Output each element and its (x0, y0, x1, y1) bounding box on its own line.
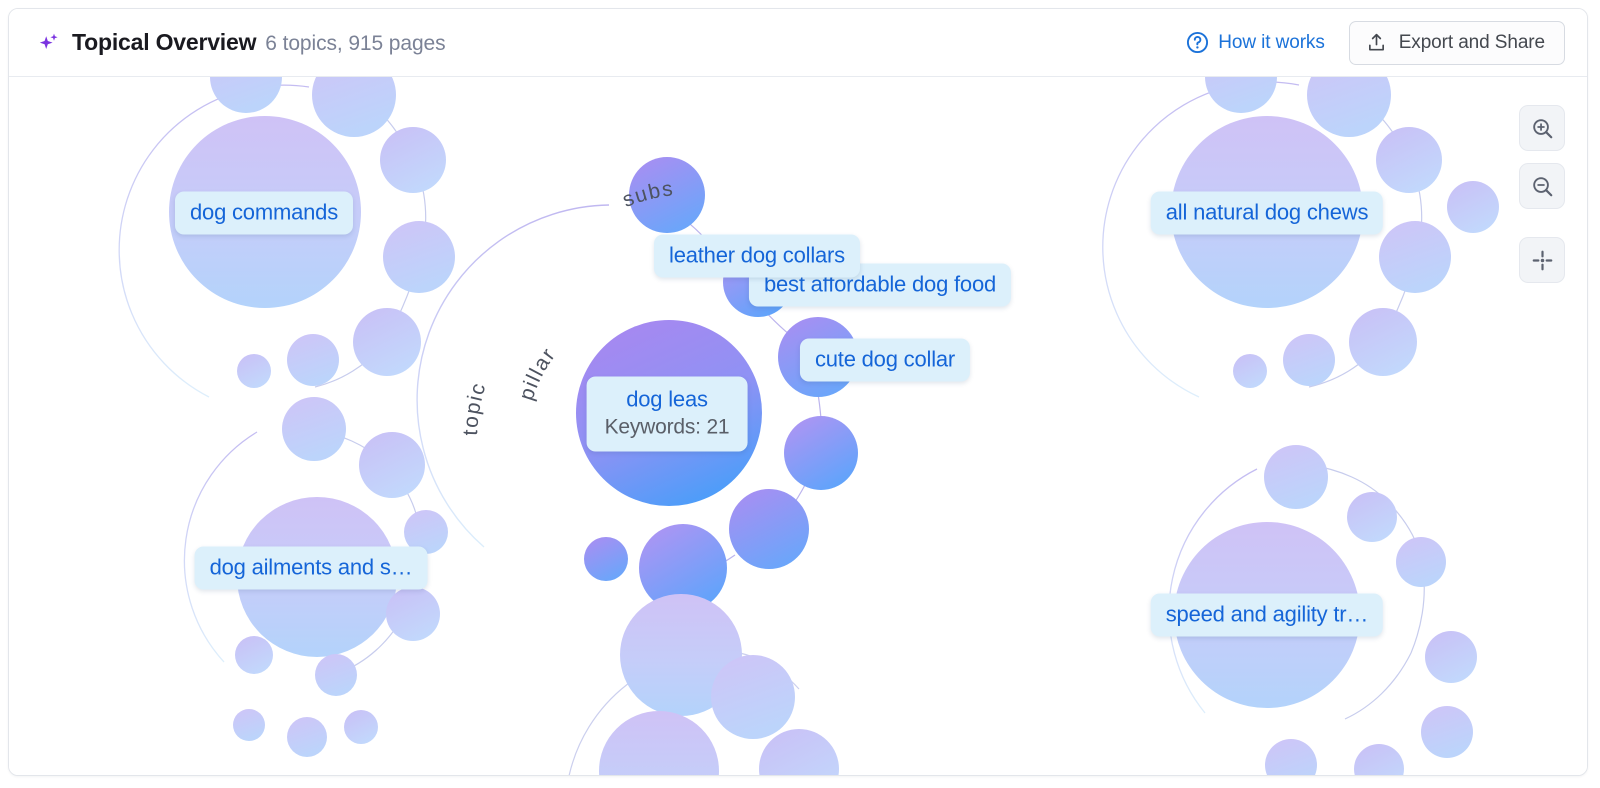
bubble-label-dog-leas[interactable]: dog leas Keywords: 21 (587, 377, 748, 452)
export-and-share-button[interactable]: Export and Share (1349, 21, 1565, 65)
topical-overview-app: Topical Overview 6 topics, 915 pages How… (0, 0, 1600, 788)
bubble-label-dog-commands[interactable]: dog commands (175, 192, 353, 235)
bubble-label-text: dog leas (605, 386, 730, 414)
panel-header: Topical Overview 6 topics, 915 pages How… (9, 9, 1587, 77)
fit-to-screen-button[interactable] (1519, 237, 1565, 283)
magnifier-minus-icon (1530, 174, 1555, 199)
title-wrap: Topical Overview 6 topics, 915 pages (72, 29, 446, 56)
cluster-center-bottom-partial (569, 594, 839, 776)
bubble-label-speed-and-agility[interactable]: speed and agility tr… (1151, 594, 1383, 637)
topical-overview-panel: Topical Overview 6 topics, 915 pages How… (8, 8, 1588, 776)
zoom-in-button[interactable] (1519, 105, 1565, 151)
page-subtitle: 6 topics, 915 pages (265, 32, 445, 56)
bubble-label-text: dog ailments and s… (210, 554, 413, 582)
help-circle-icon (1186, 31, 1209, 54)
bubble-label-all-natural-dog-chews[interactable]: all natural dog chews (1151, 192, 1383, 235)
cluster-all-natural-dog-chews (1103, 77, 1499, 397)
sparkle-icon (37, 31, 61, 55)
crosshair-icon (1530, 248, 1555, 273)
how-it-works-label: How it works (1218, 32, 1324, 54)
annotation-pillar: pillar (515, 343, 561, 403)
cluster-dog-commands (119, 77, 455, 397)
bubble-label-leather-dog-collars[interactable]: leather dog collars (654, 235, 860, 278)
page-title: Topical Overview (72, 29, 256, 56)
header-right: How it works Export and Share (1186, 21, 1565, 65)
bubble-label-text: cute dog collar (815, 346, 955, 374)
bubble-label-text: all natural dog chews (1166, 199, 1368, 227)
bubble-label-text: speed and agility tr… (1166, 601, 1368, 629)
bubble-label-text: dog commands (190, 199, 338, 227)
graph-svg: topic subs pillar (9, 77, 1587, 776)
bubble-label-dog-ailments[interactable]: dog ailments and s… (195, 547, 428, 590)
export-and-share-label: Export and Share (1399, 32, 1545, 54)
header-left: Topical Overview 6 topics, 915 pages (37, 29, 1186, 56)
how-it-works-link[interactable]: How it works (1186, 31, 1324, 54)
bubble-label-text: leather dog collars (669, 242, 845, 270)
upload-icon (1366, 32, 1387, 53)
bubble-label-cute-dog-collar[interactable]: cute dog collar (800, 339, 970, 382)
annotation-topic: topic (459, 379, 491, 436)
zoom-controls (1519, 105, 1565, 283)
magnifier-plus-icon (1530, 116, 1555, 141)
graph-canvas[interactable]: topic subs pillar dog commands all natur… (9, 77, 1587, 776)
zoom-out-button[interactable] (1519, 163, 1565, 209)
bubble-label-keywords-count: Keywords: 21 (605, 414, 730, 441)
